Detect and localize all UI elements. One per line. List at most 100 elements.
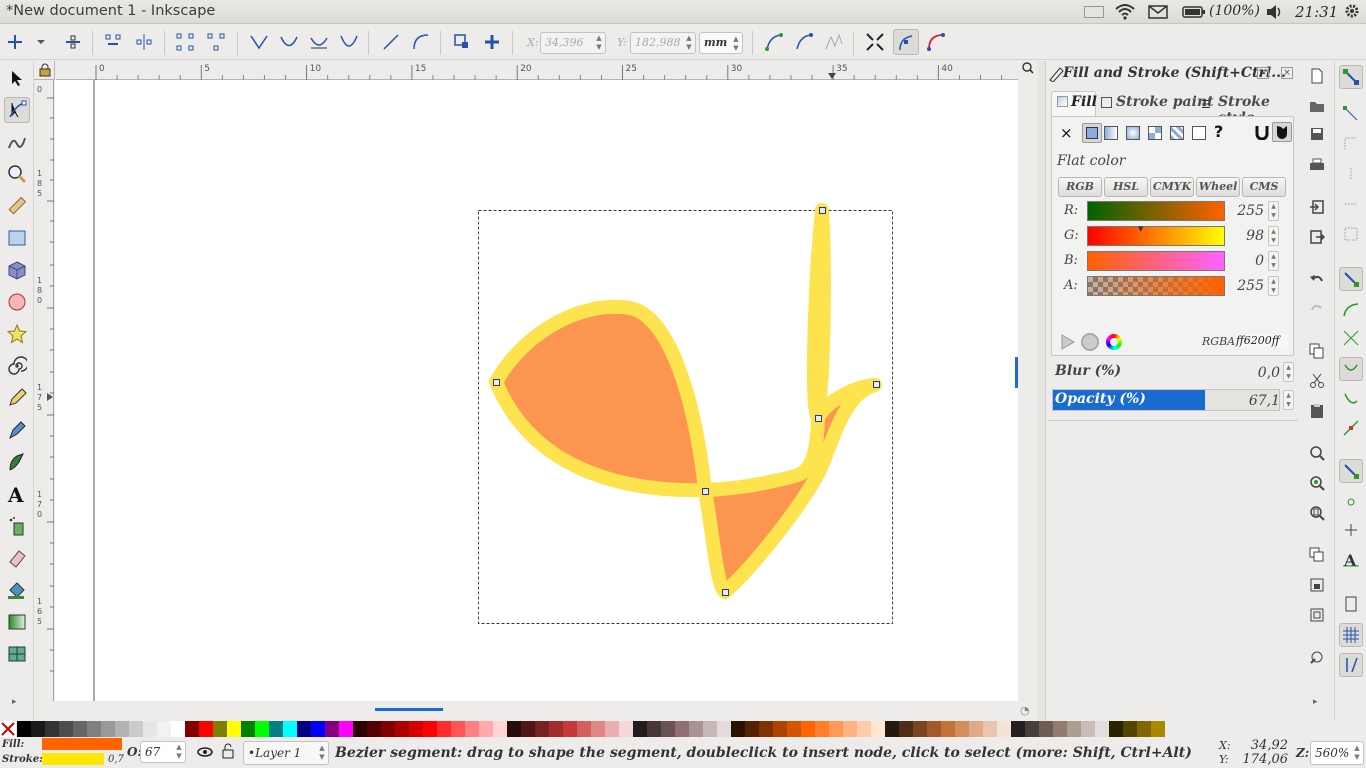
- palette-swatch[interactable]: [1011, 721, 1025, 737]
- spray-icon[interactable]: [4, 513, 30, 539]
- palette-swatch[interactable]: [1109, 721, 1123, 737]
- palette-swatch[interactable]: [899, 721, 913, 737]
- palette-swatch[interactable]: [885, 721, 899, 737]
- paste-icon[interactable]: [1306, 400, 1328, 422]
- node-auto-smooth-icon[interactable]: [338, 31, 360, 53]
- measure-icon[interactable]: [4, 193, 30, 219]
- palette-swatch[interactable]: [1151, 721, 1165, 737]
- 3d-box-icon[interactable]: [4, 257, 30, 283]
- palette-swatch[interactable]: [171, 721, 185, 737]
- slider-b[interactable]: [1087, 251, 1225, 271]
- palette-swatch[interactable]: [857, 721, 871, 737]
- palette-swatch[interactable]: [283, 721, 297, 737]
- path-effect-icon[interactable]: [823, 31, 845, 53]
- transform-handles-icon[interactable]: [864, 31, 886, 53]
- stroke-to-path-icon[interactable]: [481, 31, 503, 53]
- palette-swatch[interactable]: [381, 721, 395, 737]
- print-icon[interactable]: [1306, 154, 1328, 176]
- palette-swatch[interactable]: [549, 721, 563, 737]
- palette-swatch[interactable]: [17, 721, 31, 737]
- break-path-icon[interactable]: [133, 31, 155, 53]
- redo-icon[interactable]: [1306, 298, 1328, 320]
- x-input[interactable]: 34,396 ▲ ▼: [540, 32, 606, 54]
- palette-swatch[interactable]: [521, 721, 535, 737]
- snap-object-center-icon[interactable]: [1340, 491, 1362, 513]
- palette-swatch[interactable]: [311, 721, 325, 737]
- paint-bucket-icon[interactable]: [4, 577, 30, 603]
- horizontal-scroll-thumb[interactable]: [375, 708, 443, 711]
- toolbox-expander-icon[interactable]: ▸: [12, 697, 17, 707]
- palette-swatch[interactable]: [731, 721, 745, 737]
- vertical-scrollbar[interactable]: [1015, 62, 1038, 701]
- snap-text-baseline-icon[interactable]: A: [1340, 549, 1362, 571]
- slider-r-spinner[interactable]: ▲ ▼: [1268, 201, 1279, 221]
- snap-enable-icon[interactable]: [1339, 65, 1363, 89]
- color-mode-rgb[interactable]: RGB: [1058, 177, 1102, 197]
- palette-swatch[interactable]: [507, 721, 521, 737]
- snap-nodes-icon[interactable]: [1339, 267, 1363, 291]
- palette-swatch[interactable]: [633, 721, 647, 737]
- flat-color-icon[interactable]: [1082, 123, 1102, 143]
- add-node-icon[interactable]: [4, 31, 26, 53]
- palette-swatch[interactable]: [661, 721, 675, 737]
- no-paint-icon[interactable]: ×: [1060, 124, 1073, 142]
- path-shape[interactable]: [489, 203, 882, 599]
- color-palette[interactable]: [0, 721, 1366, 737]
- visibility-icon[interactable]: [197, 745, 213, 762]
- palette-swatch[interactable]: [1067, 721, 1081, 737]
- x-spinner[interactable]: ▲ ▼: [594, 34, 604, 52]
- close-dialog-icon[interactable]: ×: [1281, 67, 1293, 79]
- show-path-outline-icon[interactable]: [925, 31, 947, 53]
- palette-swatch[interactable]: [759, 721, 773, 737]
- slider-r-value[interactable]: 255: [1228, 203, 1264, 219]
- zoom-selection-icon[interactable]: [1306, 442, 1328, 464]
- zoom-page-icon[interactable]: [1306, 502, 1328, 524]
- layer-select[interactable]: •Layer 1 ▲ ▼: [243, 741, 329, 765]
- color-mode-cms[interactable]: CMS: [1242, 177, 1286, 197]
- palette-swatch[interactable]: [1053, 721, 1067, 737]
- fill-rule-nonzero-icon[interactable]: [1272, 122, 1292, 142]
- undo-icon[interactable]: [1306, 269, 1328, 291]
- select-same-icon[interactable]: [1306, 646, 1328, 668]
- drawing-canvas[interactable]: [55, 80, 1018, 701]
- palette-swatch[interactable]: [605, 721, 619, 737]
- selector-icon[interactable]: [4, 65, 30, 91]
- lock-guides-icon[interactable]: [34, 61, 55, 80]
- swatch-icon[interactable]: [1192, 126, 1206, 140]
- palette-swatch[interactable]: [241, 721, 255, 737]
- y-spinner[interactable]: ▲ ▼: [684, 34, 694, 52]
- dock-splitter[interactable]: [1038, 61, 1045, 721]
- palette-swatch[interactable]: [787, 721, 801, 737]
- join-segment-icon[interactable]: [174, 31, 196, 53]
- mesh-icon[interactable]: [4, 641, 30, 667]
- horizontal-ruler[interactable]: 0 5 10 15 20 25 30 35 40: [56, 61, 1018, 80]
- rgba-input[interactable]: ff6200ff: [1236, 334, 1288, 347]
- palette-swatch[interactable]: [101, 721, 115, 737]
- palette-swatch[interactable]: [955, 721, 969, 737]
- snap-paths-icon[interactable]: [1340, 299, 1362, 321]
- slider-g[interactable]: ▼: [1087, 225, 1225, 246]
- palette-swatch[interactable]: [73, 721, 87, 737]
- palette-swatch[interactable]: [437, 721, 451, 737]
- panel-grip[interactable]: [1048, 416, 1298, 421]
- chevron-down-icon[interactable]: [34, 31, 48, 53]
- color-mode-cmyk[interactable]: CMYK: [1150, 177, 1194, 197]
- show-outline-icon[interactable]: [793, 31, 815, 53]
- pattern-icon[interactable]: [1170, 126, 1184, 140]
- delete-node-icon[interactable]: [62, 31, 84, 53]
- palette-swatch[interactable]: [409, 721, 423, 737]
- palette-swatch[interactable]: [129, 721, 143, 737]
- palette-swatch[interactable]: [675, 721, 689, 737]
- clone-icon[interactable]: [1306, 574, 1328, 596]
- palette-swatch[interactable]: [815, 721, 829, 737]
- vertical-scroll-thumb[interactable]: [1015, 357, 1018, 388]
- palette-swatch[interactable]: [297, 721, 311, 737]
- palette-swatch[interactable]: [1095, 721, 1109, 737]
- opacity-spinner[interactable]: ▲ ▼: [1283, 390, 1294, 410]
- snap-cusp-nodes-icon[interactable]: [1339, 357, 1363, 381]
- palette-swatch[interactable]: [199, 721, 213, 737]
- palette-swatch[interactable]: [367, 721, 381, 737]
- snap-rotation-center-icon[interactable]: [1340, 519, 1362, 541]
- tab-stroke-style[interactable]: Stroke style: [1214, 92, 1300, 126]
- palette-swatch[interactable]: [1039, 721, 1053, 737]
